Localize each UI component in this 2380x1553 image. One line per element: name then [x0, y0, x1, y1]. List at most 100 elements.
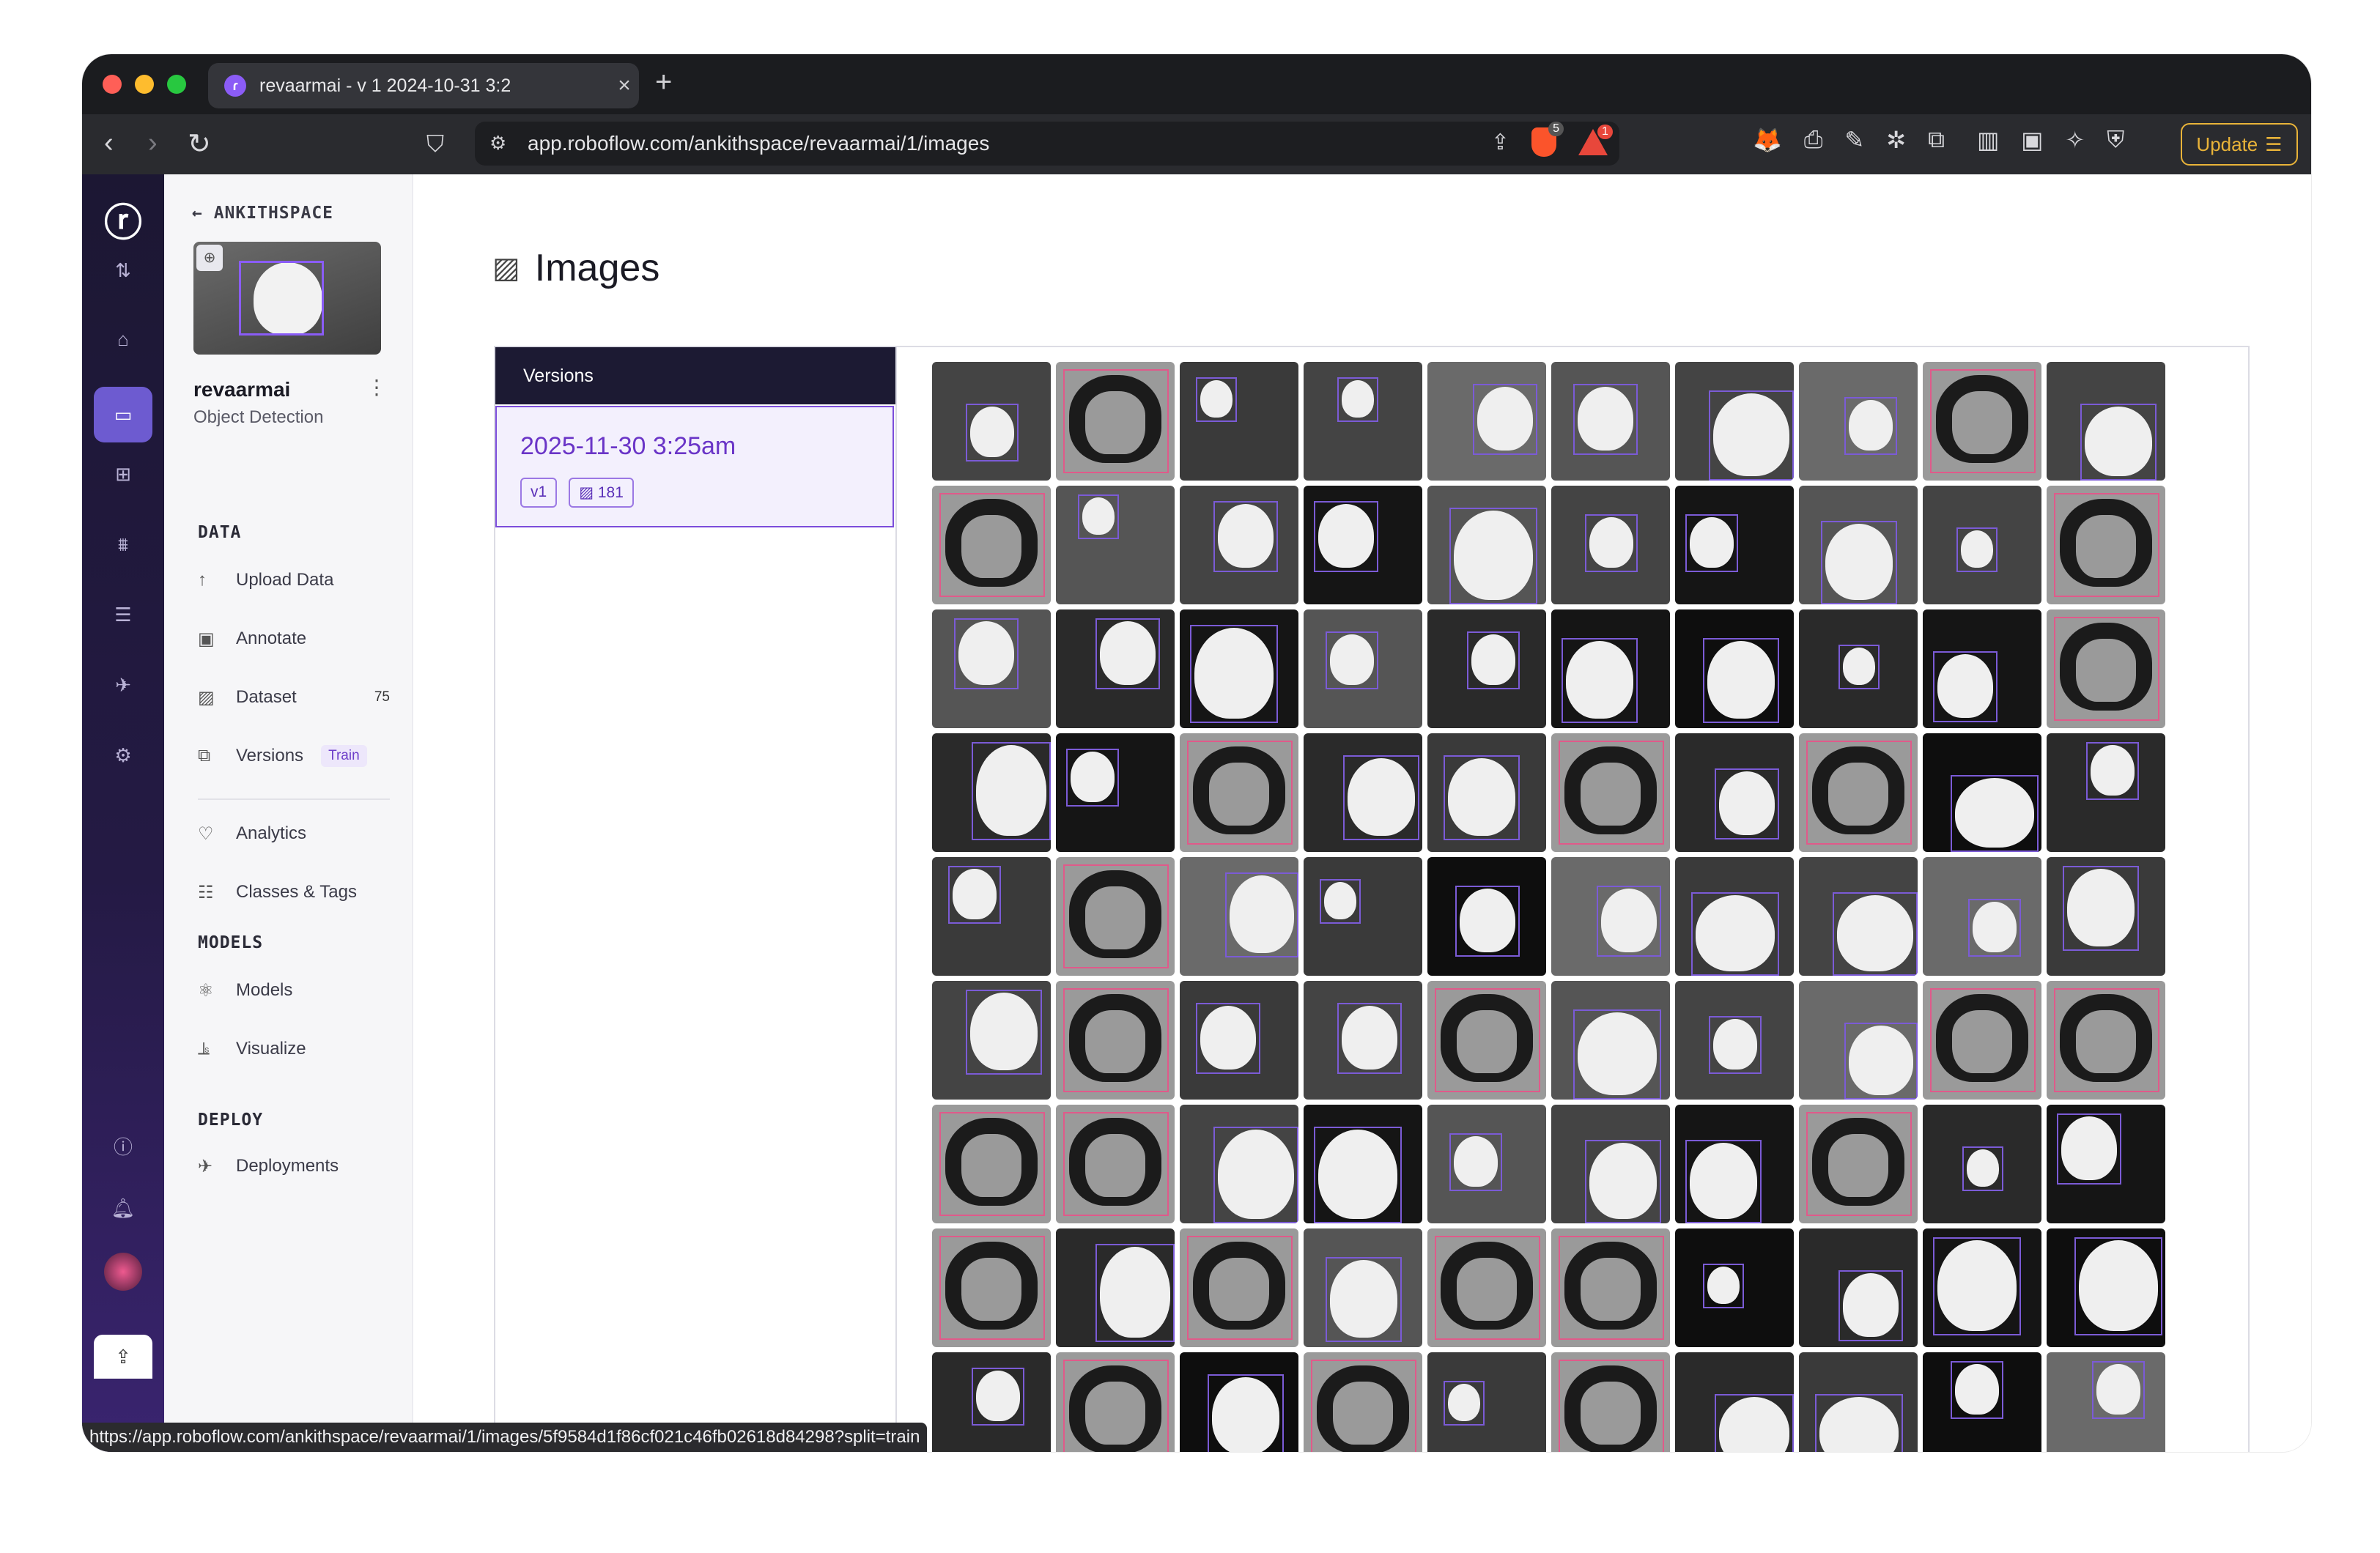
image-thumbnail[interactable] [2047, 857, 2165, 976]
image-thumbnail[interactable] [1056, 609, 1175, 728]
image-thumbnail[interactable] [2047, 486, 2165, 604]
image-thumbnail[interactable] [1923, 1105, 2041, 1223]
puzzle-extensions-icon[interactable]: ✲ [1886, 126, 1906, 154]
image-thumbnail[interactable] [1056, 1352, 1175, 1452]
image-thumbnail[interactable] [1304, 362, 1422, 481]
image-thumbnail[interactable] [932, 981, 1051, 1100]
image-thumbnail[interactable] [1799, 609, 1918, 728]
zoom-window-button[interactable] [167, 75, 186, 94]
image-thumbnail[interactable] [1675, 981, 1794, 1100]
train-badge[interactable]: Train [321, 745, 367, 767]
image-thumbnail[interactable] [2047, 1228, 2165, 1347]
share-icon[interactable]: ⇪ [1491, 130, 1509, 155]
sidebar-item-dataset[interactable]: ▨ Dataset 75 [198, 680, 390, 715]
image-thumbnail[interactable] [1923, 733, 2041, 852]
picker-extension-icon[interactable]: ✎ [1844, 126, 1864, 154]
image-thumbnail[interactable] [1304, 733, 1422, 852]
sidebar-toggle-icon[interactable]: ▥ [1977, 126, 1999, 154]
image-thumbnail[interactable] [2047, 362, 2165, 481]
image-thumbnail[interactable] [1427, 733, 1546, 852]
image-thumbnail[interactable] [1304, 609, 1422, 728]
roboflow-logo-icon[interactable]: ⓡ [82, 192, 164, 247]
sidebar-item-classes-tags[interactable]: ☷ Classes & Tags [198, 875, 390, 910]
browser-tab-active[interactable]: ɾ revaarmai - v 1 2024-10-31 3:2 × [208, 63, 639, 108]
image-thumbnail[interactable] [932, 733, 1051, 852]
image-thumbnail[interactable] [2047, 1352, 2165, 1452]
image-thumbnail[interactable] [1056, 486, 1175, 604]
image-thumbnail[interactable] [932, 362, 1051, 481]
tab-close-icon[interactable]: × [610, 73, 639, 98]
image-thumbnail[interactable] [1427, 486, 1546, 604]
image-thumbnail[interactable] [932, 857, 1051, 976]
image-thumbnail[interactable] [1180, 1105, 1298, 1223]
image-thumbnail[interactable] [1427, 609, 1546, 728]
image-thumbnail[interactable] [1551, 1228, 1670, 1347]
image-thumbnail[interactable] [1180, 1352, 1298, 1452]
image-thumbnail[interactable] [1551, 981, 1670, 1100]
sidebar-item-upload-data[interactable]: ↑ Upload Data [198, 563, 390, 598]
image-thumbnail[interactable] [1675, 486, 1794, 604]
project-thumbnail[interactable]: ⊕ [193, 242, 381, 355]
image-thumbnail[interactable] [1427, 857, 1546, 976]
image-thumbnail[interactable] [1427, 1228, 1546, 1347]
image-thumbnail[interactable] [1799, 1228, 1918, 1347]
image-thumbnail[interactable] [1180, 733, 1298, 852]
image-thumbnail[interactable] [1923, 1228, 2041, 1347]
image-thumbnail[interactable] [1675, 857, 1794, 976]
image-thumbnail[interactable] [1675, 1105, 1794, 1223]
image-thumbnail[interactable] [1304, 981, 1422, 1100]
sidebar-item-models[interactable]: ⚛ Models [198, 973, 390, 1008]
image-thumbnail[interactable] [932, 609, 1051, 728]
address-bar[interactable]: ⚙ app.roboflow.com/ankithspace/revaarmai… [475, 122, 1619, 166]
home-icon[interactable]: ⌂ [82, 328, 164, 351]
minimize-window-button[interactable] [135, 75, 154, 94]
deploy-rocket-icon[interactable]: ✈ [82, 674, 164, 697]
forward-arrow-icon[interactable]: › [148, 127, 158, 159]
vpn-shield-icon[interactable]: ⛨ [2107, 126, 2124, 154]
image-thumbnail[interactable] [1180, 486, 1298, 604]
help-icon[interactable]: ⓘ [82, 1133, 164, 1160]
site-settings-icon[interactable]: ⚙ [489, 132, 506, 155]
image-thumbnail[interactable] [1551, 486, 1670, 604]
image-thumbnail[interactable] [1180, 362, 1298, 481]
image-thumbnail[interactable] [2047, 733, 2165, 852]
metamask-extension-icon[interactable]: 🦊 [1753, 126, 1782, 154]
image-thumbnail[interactable] [1799, 1352, 1918, 1452]
image-thumbnail[interactable] [1799, 981, 1918, 1100]
image-thumbnail[interactable] [1304, 1352, 1422, 1452]
sidebar-item-analytics[interactable]: ♡ Analytics [198, 816, 390, 851]
screenshot-extension-icon[interactable]: ⧉ [1928, 126, 1945, 154]
image-thumbnail[interactable] [1923, 857, 2041, 976]
image-thumbnail[interactable] [1056, 733, 1175, 852]
image-thumbnail[interactable] [1799, 362, 1918, 481]
workspace-breadcrumb[interactable]: ← ANKITHSPACE [192, 204, 333, 223]
image-thumbnail[interactable] [1799, 486, 1918, 604]
image-thumbnail[interactable] [1923, 362, 2041, 481]
image-thumbnail[interactable] [1675, 362, 1794, 481]
image-thumbnail[interactable] [932, 1228, 1051, 1347]
image-thumbnail[interactable] [1427, 1352, 1546, 1452]
close-window-button[interactable] [103, 75, 122, 94]
image-thumbnail[interactable] [1551, 857, 1670, 976]
workflows-icon[interactable]: ⊞ [82, 463, 164, 486]
image-thumbnail[interactable] [1923, 486, 2041, 604]
brave-rewards-icon[interactable]: 1 [1578, 125, 1613, 155]
image-thumbnail[interactable] [932, 1105, 1051, 1223]
image-thumbnail[interactable] [1675, 1352, 1794, 1452]
sidebar-item-annotate[interactable]: ▣ Annotate [198, 621, 390, 656]
image-thumbnail[interactable] [1551, 1105, 1670, 1223]
image-thumbnail[interactable] [1304, 1105, 1422, 1223]
image-thumbnail[interactable] [932, 1352, 1051, 1452]
monitoring-icon[interactable]: ⩩ [82, 533, 164, 557]
user-avatar[interactable] [104, 1253, 142, 1291]
image-thumbnail[interactable] [2047, 609, 2165, 728]
image-thumbnail[interactable] [1427, 1105, 1546, 1223]
image-thumbnail[interactable] [1427, 362, 1546, 481]
project-menu-kebab-icon[interactable]: ⋮ [366, 375, 387, 399]
image-thumbnail[interactable] [1180, 1228, 1298, 1347]
image-thumbnail[interactable] [1304, 857, 1422, 976]
image-thumbnail[interactable] [1923, 1352, 2041, 1452]
image-thumbnail[interactable] [1056, 857, 1175, 976]
image-thumbnail[interactable] [1923, 609, 2041, 728]
image-thumbnail[interactable] [1180, 857, 1298, 976]
